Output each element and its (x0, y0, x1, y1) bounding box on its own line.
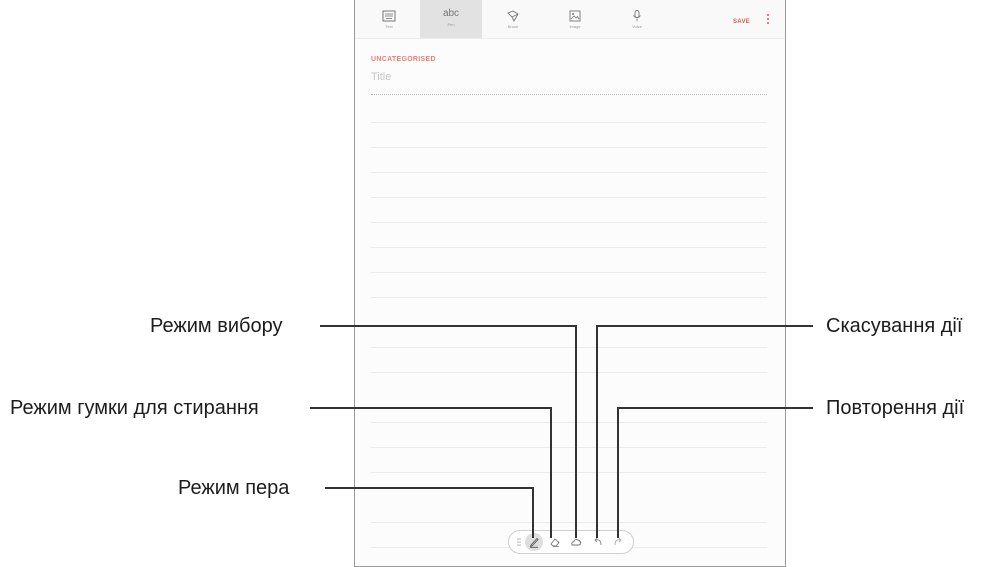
leader-selection (320, 325, 577, 538)
callout-selection-mode: Режим вибору (150, 315, 283, 337)
callout-leader-lines (310, 325, 813, 538)
leader-undo (596, 325, 813, 538)
callout-pen-mode: Режим пера (178, 477, 290, 499)
leader-redo (617, 407, 813, 538)
leader-pen (325, 487, 534, 538)
leader-eraser (310, 407, 552, 538)
callout-eraser-mode: Режим гумки для стирання (10, 397, 259, 419)
callout-undo: Скасування дії (826, 315, 963, 337)
callout-redo: Повторення дії (826, 397, 965, 419)
